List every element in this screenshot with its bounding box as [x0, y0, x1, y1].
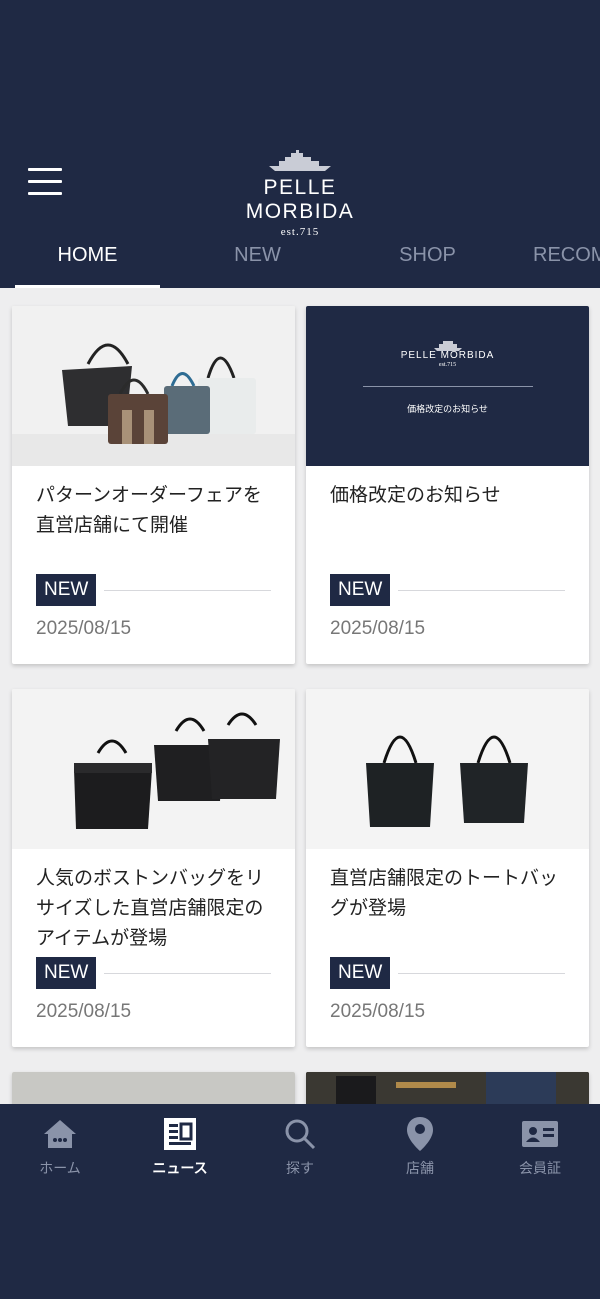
news-card-image	[306, 1072, 589, 1104]
news-card[interactable]: 人気のボストンバッグをリサイズした直営店舗限定のアイテムが登場 NEW 2025…	[12, 689, 295, 1047]
news-card[interactable]: パターンオーダーフェアを直営店舗にて開催 NEW 2025/08/15	[12, 306, 295, 664]
news-card[interactable]	[12, 1072, 295, 1104]
news-card-image	[306, 689, 589, 849]
news-card-title: 直営店舗限定のトートバッグが登場	[330, 867, 559, 919]
nav-stores[interactable]: 店舗	[360, 1116, 480, 1184]
news-card-date: 2025/08/15	[330, 1001, 426, 1022]
nav-search-label: 探す	[286, 1161, 314, 1177]
news-card-image	[12, 1072, 295, 1104]
search-icon	[285, 1119, 316, 1150]
news-card[interactable]	[306, 1072, 589, 1104]
news-card-badge-row: NEW	[36, 957, 271, 989]
hamburger-menu-button[interactable]	[28, 168, 62, 198]
nav-home-label: ホーム	[39, 1161, 81, 1177]
news-card-image	[12, 689, 295, 849]
news-card-image: PELLE MORBIDA est.715 価格改定のお知らせ	[306, 306, 589, 466]
banner-est: est.715	[438, 362, 457, 368]
new-badge: NEW	[330, 574, 391, 606]
tab-recommend[interactable]: RECOM	[520, 232, 600, 288]
divider	[104, 973, 271, 974]
news-card-date: 2025/08/15	[330, 618, 426, 639]
news-card-badge-row: NEW	[36, 574, 271, 606]
nav-member-card-label: 会員証	[519, 1161, 561, 1177]
new-badge: NEW	[330, 957, 391, 989]
tab-new[interactable]: NEW	[185, 232, 330, 288]
new-badge: NEW	[36, 574, 97, 606]
ship-logo-icon	[269, 150, 331, 171]
news-icon	[164, 1118, 196, 1150]
nav-home[interactable]: ホーム	[0, 1116, 120, 1184]
news-card-title: 価格改定のお知らせ	[330, 484, 501, 506]
brand-name: PELLE MORBIDA	[245, 176, 355, 223]
nav-member-card[interactable]: 会員証	[480, 1116, 600, 1184]
nav-search[interactable]: 探す	[240, 1116, 360, 1184]
news-card-date: 2025/08/15	[36, 618, 132, 639]
news-card[interactable]: PELLE MORBIDA est.715 価格改定のお知らせ 価格改定のお知ら…	[306, 306, 589, 664]
brand-logo: PELLE MORBIDA est.715	[210, 150, 390, 238]
news-card-image	[12, 306, 295, 466]
divider	[104, 590, 271, 591]
nav-stores-label: 店舗	[406, 1161, 434, 1177]
news-card-badge-row: NEW	[330, 574, 565, 606]
bottom-navigation: ホーム ニュース 探す 店舗 会員証	[0, 1104, 600, 1299]
divider	[398, 590, 565, 591]
news-card-title: パターンオーダーフェアを直営店舗にて開催	[36, 484, 262, 536]
banner-caption: 価格改定のお知らせ	[407, 405, 488, 415]
new-badge: NEW	[36, 957, 97, 989]
divider	[398, 973, 565, 974]
location-pin-icon	[407, 1117, 433, 1151]
member-card-icon	[522, 1121, 558, 1147]
category-tabs: HOME NEW SHOP RECOM	[0, 232, 600, 288]
tab-home[interactable]: HOME	[15, 232, 160, 288]
tab-shop[interactable]: SHOP	[355, 232, 500, 288]
news-card[interactable]: 直営店舗限定のトートバッグが登場 NEW 2025/08/15	[306, 689, 589, 1047]
home-icon	[44, 1120, 76, 1148]
news-feed: パターンオーダーフェアを直営店舗にて開催 NEW 2025/08/15 PELL…	[0, 288, 600, 1104]
app-header: PELLE MORBIDA est.715 HOME NEW SHOP RECO…	[0, 0, 600, 288]
nav-news[interactable]: ニュース	[120, 1116, 240, 1184]
news-card-date: 2025/08/15	[36, 1001, 132, 1022]
banner-brand: PELLE MORBIDA	[400, 350, 495, 361]
nav-news-label: ニュース	[152, 1161, 208, 1177]
news-card-title: 人気のボストンバッグをリサイズした直営店舗限定のアイテムが登場	[36, 867, 265, 949]
news-card-badge-row: NEW	[330, 957, 565, 989]
